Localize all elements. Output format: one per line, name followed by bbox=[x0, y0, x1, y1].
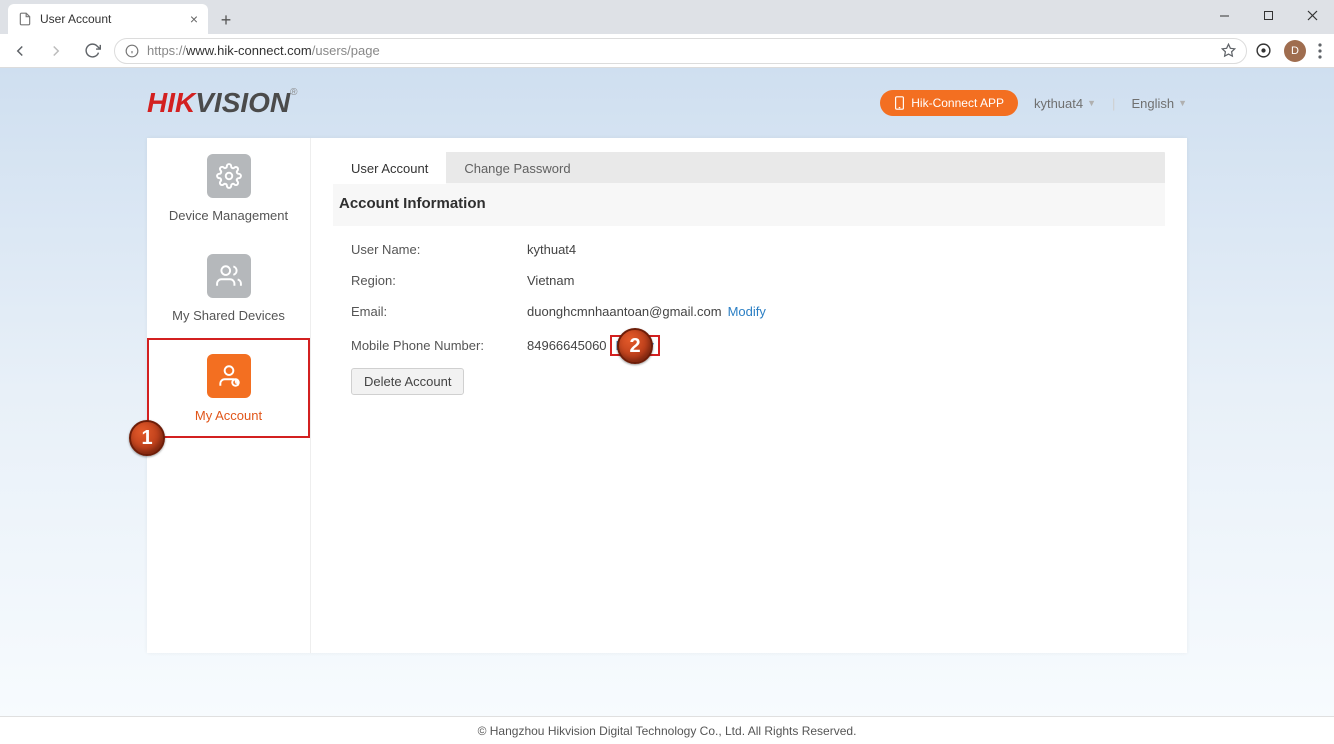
reload-button[interactable] bbox=[78, 37, 106, 65]
site-header: HIKVISION® Hik-Connect APP kythuat4 ▼ | … bbox=[147, 68, 1187, 138]
url-text: https://www.hik-connect.com/users/page bbox=[147, 43, 380, 58]
row-phone: Mobile Phone Number: 84966645060 Modify bbox=[351, 327, 1165, 364]
profile-avatar[interactable]: D bbox=[1284, 40, 1306, 62]
footer: © Hangzhou Hikvision Digital Technology … bbox=[0, 716, 1334, 744]
maximize-button[interactable] bbox=[1246, 0, 1290, 30]
window-controls bbox=[1202, 0, 1334, 30]
users-icon bbox=[207, 254, 251, 298]
delete-account-button[interactable]: Delete Account bbox=[351, 368, 464, 395]
sidebar-item-my-account[interactable]: My Account bbox=[147, 338, 310, 438]
header-username: kythuat4 bbox=[1034, 96, 1083, 111]
sidebar-item-label: My Shared Devices bbox=[172, 308, 285, 323]
divider: | bbox=[1112, 96, 1115, 111]
chevron-down-icon: ▼ bbox=[1087, 98, 1096, 108]
footer-text: © Hangzhou Hikvision Digital Technology … bbox=[478, 724, 857, 738]
sidebar-item-device-management[interactable]: Device Management bbox=[147, 138, 310, 238]
language-dropdown[interactable]: English ▼ bbox=[1131, 96, 1187, 111]
field-label: User Name: bbox=[351, 242, 527, 257]
app-button-label: Hik-Connect APP bbox=[911, 96, 1004, 110]
phone-icon bbox=[894, 96, 905, 110]
tab-label: Change Password bbox=[464, 161, 570, 176]
content-tabs: User Account Change Password bbox=[333, 152, 1165, 184]
chevron-down-icon: ▼ bbox=[1178, 98, 1187, 108]
annotation-badge-2: 2 bbox=[617, 328, 653, 364]
url-field[interactable]: https://www.hik-connect.com/users/page bbox=[114, 38, 1247, 64]
field-label: Region: bbox=[351, 273, 527, 288]
sidebar-item-label: Device Management bbox=[169, 208, 288, 223]
extension-icon[interactable] bbox=[1255, 42, 1272, 59]
minimize-button[interactable] bbox=[1202, 0, 1246, 30]
field-value: duonghcmnhaantoan@gmail.com bbox=[527, 304, 722, 319]
row-username: User Name: kythuat4 bbox=[351, 234, 1165, 265]
field-label: Email: bbox=[351, 304, 527, 319]
button-label: Delete Account bbox=[364, 374, 451, 389]
row-region: Region: Vietnam bbox=[351, 265, 1165, 296]
site-info-icon[interactable] bbox=[125, 44, 139, 58]
address-bar: https://www.hik-connect.com/users/page D bbox=[0, 34, 1334, 68]
tab-change-password[interactable]: Change Password bbox=[446, 152, 588, 184]
sidebar-item-label: My Account bbox=[195, 408, 262, 423]
account-form: User Name: kythuat4 Region: Vietnam Emai… bbox=[333, 226, 1165, 395]
browser-menu-icon[interactable] bbox=[1318, 43, 1322, 59]
sidebar-item-shared-devices[interactable]: My Shared Devices bbox=[147, 238, 310, 338]
browser-tab[interactable]: User Account × bbox=[8, 4, 208, 34]
field-label: Mobile Phone Number: bbox=[351, 338, 527, 353]
close-tab-icon[interactable]: × bbox=[190, 11, 198, 27]
header-language: English bbox=[1131, 96, 1174, 111]
row-email: Email: duonghcmnhaantoan@gmail.com Modif… bbox=[351, 296, 1165, 327]
tab-user-account[interactable]: User Account bbox=[333, 152, 446, 184]
forward-button[interactable] bbox=[42, 37, 70, 65]
page-icon bbox=[18, 12, 32, 26]
browser-chrome: User Account × + https://www.hik-connect… bbox=[0, 0, 1334, 68]
tab-title: User Account bbox=[40, 12, 182, 26]
modify-email-link[interactable]: Modify bbox=[728, 304, 766, 319]
section-title: Account Information bbox=[333, 183, 1165, 226]
field-value: kythuat4 bbox=[527, 242, 576, 257]
sidebar: Device Management My Shared Devices My A… bbox=[147, 138, 311, 653]
field-value: 84966645060 bbox=[527, 338, 607, 353]
back-button[interactable] bbox=[6, 37, 34, 65]
new-tab-button[interactable]: + bbox=[212, 6, 240, 34]
hik-connect-app-button[interactable]: Hik-Connect APP bbox=[880, 90, 1018, 116]
logo[interactable]: HIKVISION® bbox=[147, 87, 298, 119]
gear-icon bbox=[207, 154, 251, 198]
user-account-icon bbox=[207, 354, 251, 398]
page-body: HIKVISION® Hik-Connect APP kythuat4 ▼ | … bbox=[0, 68, 1334, 716]
username-dropdown[interactable]: kythuat4 ▼ bbox=[1034, 96, 1096, 111]
content-area: User Account Change Password Account Inf… bbox=[311, 138, 1187, 653]
field-value: Vietnam bbox=[527, 273, 574, 288]
main-panel: Device Management My Shared Devices My A… bbox=[147, 138, 1187, 653]
close-window-button[interactable] bbox=[1290, 0, 1334, 30]
tab-bar: User Account × + bbox=[0, 0, 1334, 34]
annotation-badge-1: 1 bbox=[129, 420, 165, 456]
bookmark-icon[interactable] bbox=[1221, 43, 1236, 58]
tab-label: User Account bbox=[351, 161, 428, 176]
